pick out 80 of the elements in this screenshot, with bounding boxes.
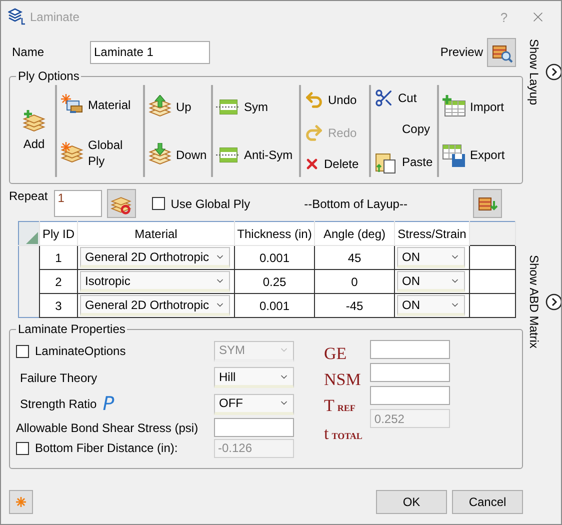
table-cell: 1	[40, 246, 78, 270]
field-label: Allowable Bond Shear Stress (psi)	[16, 420, 200, 434]
layup-position-label: --Bottom of Layup--	[304, 196, 408, 210]
side-panel-toggle[interactable]: Show Layup	[527, 39, 561, 106]
anti-sym-button[interactable]: Anti-Sym	[216, 143, 296, 167]
checkbox[interactable]	[152, 197, 165, 210]
paste-button[interactable]: Paste	[374, 150, 434, 174]
failure-theory-dropdown[interactable]: Hill	[214, 367, 294, 388]
field-label: Failure Theory	[20, 370, 98, 384]
side-panel-toggle[interactable]: Show ABD Matrix	[527, 255, 561, 348]
input-field[interactable]	[370, 386, 450, 405]
global-ply-button[interactable]: Global Ply	[60, 137, 140, 169]
layers-down-icon	[148, 143, 172, 167]
field-label: Repeat	[9, 189, 48, 203]
new-button[interactable]	[9, 490, 33, 514]
import-button[interactable]: Import	[442, 95, 508, 119]
asterisk-icon	[16, 497, 26, 507]
undo-button[interactable]: Undo	[304, 90, 366, 110]
delete-button[interactable]: Delete	[304, 156, 366, 172]
field-label: Strength Ratio	[20, 397, 97, 411]
strength-ratio-dropdown[interactable]: OFF	[214, 394, 294, 414]
table-cell: 3	[40, 294, 78, 318]
layers-add-icon	[22, 110, 46, 134]
table-cell: 0	[314, 270, 394, 294]
window-title: Laminate	[30, 10, 80, 24]
corner-icon	[26, 232, 38, 244]
column-header: Thickness (in)	[234, 222, 314, 246]
material-dropdown[interactable]: General 2D Orthotropic	[80, 295, 230, 316]
parameter-label: GE	[324, 344, 348, 364]
export-button[interactable]: Export	[442, 143, 508, 167]
material-dropdown[interactable]: Isotropic	[80, 271, 230, 292]
input-field[interactable]	[370, 363, 450, 382]
parameter-label: NSM	[324, 370, 362, 390]
column-header: Material	[78, 222, 234, 246]
stress-strain-dropdown[interactable]: ON	[397, 271, 465, 292]
stress-strain-dropdown[interactable]: ON	[397, 295, 465, 316]
repeat-button[interactable]	[106, 189, 136, 218]
copy-button[interactable]: Copy	[374, 116, 434, 141]
material-dropdown[interactable]: General 2D Orthotropic	[80, 247, 230, 268]
column-header: Stress/Strain	[394, 222, 470, 246]
column-header: Angle (deg)	[314, 222, 394, 246]
input-field[interactable]	[370, 340, 450, 359]
add-button[interactable]: Add	[22, 110, 46, 152]
column-header: Ply ID	[40, 222, 78, 246]
undo-icon	[304, 90, 324, 110]
checkbox-label: Bottom Fiber Distance (in):	[35, 441, 178, 455]
scissors-icon	[374, 88, 394, 108]
stress-strain-dropdown[interactable]: ON	[397, 247, 465, 268]
layers-icon	[60, 141, 84, 165]
input-field[interactable]	[214, 418, 294, 437]
group-title: Laminate Properties	[17, 322, 126, 336]
cut-button[interactable]: Cut	[374, 88, 434, 108]
layup-button[interactable]	[473, 189, 502, 218]
layers-up-icon	[148, 95, 172, 119]
checkbox-label: LaminateOptions	[35, 344, 126, 358]
material-button[interactable]: Material	[60, 93, 140, 117]
preview-label: Preview	[440, 45, 483, 59]
preview-button[interactable]	[487, 38, 516, 66]
table-cell: 0.25	[234, 270, 314, 294]
table-cell: 0.001	[234, 294, 314, 318]
table-cell: -45	[314, 294, 394, 318]
down-button[interactable]: Down	[148, 143, 208, 167]
checkbox-label: Use Global Ply	[170, 196, 250, 210]
strength-ratio-symbol: P	[102, 393, 114, 415]
sym-button[interactable]: Sym	[216, 95, 296, 119]
table-cell: 45	[314, 246, 394, 270]
field-label: Name	[12, 45, 46, 59]
table-add-icon	[442, 95, 466, 119]
table-cell: 2	[40, 270, 78, 294]
repeat-field[interactable]: 1	[54, 190, 102, 217]
laminate-icon	[8, 8, 26, 26]
ok-button[interactable]: OK	[376, 490, 447, 514]
table-cell: 0.001	[234, 246, 314, 270]
checkbox[interactable]	[16, 442, 29, 454]
table-save-icon	[442, 143, 466, 167]
redo-icon	[304, 122, 324, 143]
cancel-button[interactable]: Cancel	[452, 490, 523, 514]
name-field[interactable]: Laminate 1	[90, 40, 210, 64]
group-title: Ply Options	[17, 69, 80, 83]
up-button[interactable]: Up	[148, 95, 208, 119]
